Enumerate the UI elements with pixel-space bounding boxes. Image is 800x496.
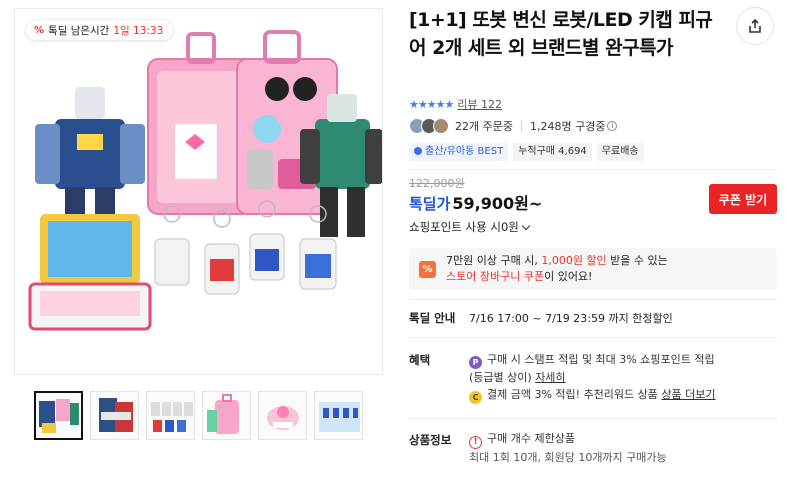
promo-text: 7만원 이상 구매 시, 1,000원 할인 받을 수 있는 스토어 장바구니 …: [446, 254, 668, 283]
more-products-link[interactable]: 상품 더보기: [661, 388, 715, 401]
best-icon: [414, 147, 422, 155]
alert-icon: !: [469, 436, 482, 449]
purchase-limit-info: ! 구매 개수 제한상품 최대 1회 10개, 회원당 10개까지 구매가능: [469, 432, 667, 464]
product-main-image[interactable]: % 톡딜 남은시간 1일 13:33: [14, 8, 383, 375]
store-coupon-banner[interactable]: % 7만원 이상 구매 시, 1,000원 할인 받을 수 있는 스토어 장바구…: [409, 248, 777, 290]
point-icon: P: [469, 356, 482, 369]
product-title: [1+1] 또봇 변신 로봇/LED 키캡 피규어 2개 세트 외 브랜드별 완…: [409, 9, 713, 59]
thumbnail-2[interactable]: [90, 391, 139, 440]
star-rating-icon: ★★★★★: [409, 97, 454, 111]
divider: [409, 169, 777, 170]
benefits-label: 혜택: [409, 353, 431, 367]
review-link[interactable]: 리뷰 122: [457, 96, 502, 112]
timer-remaining: 1일 13:33: [113, 24, 164, 37]
divider: [409, 299, 777, 300]
stamp-benefit: P 구매 시 스탬프 적립 및 최대 3% 쇼핑포인트 적립 (등급별 상이) 자…: [469, 353, 715, 384]
buyer-avatars: [409, 118, 449, 134]
timer-label: 톡딜 남은시간: [48, 24, 110, 37]
points-dropdown[interactable]: 쇼핑포인트 사용 시0원: [409, 219, 531, 235]
thumbnail-6[interactable]: [314, 391, 363, 440]
thumbnail-4[interactable]: [202, 391, 251, 440]
deal-percent-icon: %: [34, 24, 45, 36]
thumbnail-strip: [34, 391, 363, 440]
product-info-label: 상품정보: [409, 433, 452, 447]
share-icon: [749, 18, 761, 33]
rating-row: ★★★★★ 리뷰 122: [409, 96, 502, 112]
thumbnail-3[interactable]: [146, 391, 195, 440]
price-row: 톡딜가 59,900원~: [409, 190, 542, 214]
deal-timer-badge: % 톡딜 남은시간 1일 13:33: [25, 19, 175, 41]
chevron-down-icon: [521, 221, 531, 231]
product-tags: 출산/유아동 BEST 누적구매 4,694 무료배송: [409, 143, 644, 161]
coin-icon: C: [469, 391, 482, 404]
free-shipping-tag: 무료배송: [596, 143, 644, 161]
share-button[interactable]: [736, 7, 774, 45]
divider: [409, 418, 777, 419]
deal-price-label: 톡딜가: [409, 195, 451, 213]
deal-info-label: 톡딜 안내: [409, 311, 456, 325]
discount-icon: %: [419, 260, 436, 278]
thumbnail-5[interactable]: [258, 391, 307, 440]
divider: [409, 337, 777, 338]
product-info-panel: [1+1] 또봇 변신 로봇/LED 키캡 피규어 2개 세트 외 브랜드별 완…: [409, 0, 800, 496]
details-link[interactable]: 자세히: [535, 371, 565, 384]
product-illustration: [28, 30, 382, 331]
order-count: 22개 주문중: [455, 120, 513, 133]
thumbnail-1[interactable]: [34, 391, 83, 440]
deal-price: 59,900원~: [452, 194, 543, 213]
get-coupon-button[interactable]: 쿠폰 받기: [709, 184, 777, 214]
best-category-tag[interactable]: 출산/유아동 BEST: [409, 143, 509, 161]
info-icon[interactable]: i: [607, 121, 618, 131]
reward-benefit: C 결제 금액 3% 적립! 추천리워드 상품 상품 더보기: [469, 386, 716, 404]
deal-period: 7/16 17:00 ~ 7/19 23:59 까지 한정할인: [469, 312, 673, 325]
cumulative-purchase-tag: 누적구매 4,694: [513, 143, 592, 161]
original-price: 122,000원: [409, 177, 465, 190]
points-text: 쇼핑포인트 사용 시0원: [409, 220, 519, 234]
buyers-row: 22개 주문중 1,248명 구경중 i: [409, 117, 618, 135]
divider: [520, 121, 522, 131]
viewer-count: 1,248명 구경중: [529, 120, 606, 133]
